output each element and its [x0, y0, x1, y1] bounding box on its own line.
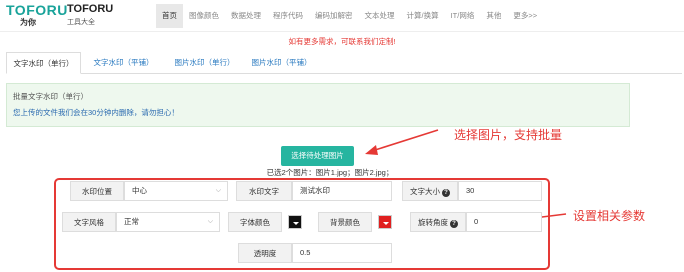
font-size-input[interactable]: 30 [458, 181, 542, 201]
arrow-line-select [371, 129, 439, 152]
opacity-input[interactable]: 0.5 [292, 243, 392, 263]
style-select[interactable]: 正常 ⌵ [116, 212, 220, 232]
font-color-label: 字体颜色 [228, 212, 282, 232]
text-label: 水印文字 [236, 181, 292, 201]
rotation-label-text: 旋转角度 [418, 218, 448, 227]
style-label: 文字风格 [62, 212, 116, 232]
dropdown-icon [383, 222, 389, 225]
help-icon[interactable]: ? [450, 220, 458, 228]
chevron-down-icon: ⌵ [207, 218, 213, 225]
annotation-select-images: 选择图片，支持批量 [454, 128, 563, 142]
help-icon[interactable]: ? [442, 189, 450, 197]
arrow-head-select [365, 145, 378, 155]
bg-color-label: 背景颜色 [318, 212, 372, 232]
annotation-set-params: 设置相关参数 [573, 209, 646, 223]
style-value: 正常 [124, 217, 139, 226]
text-input[interactable]: 测试水印 [292, 181, 392, 201]
position-label: 水印位置 [70, 181, 124, 201]
rotation-input[interactable]: 0 [466, 212, 542, 232]
chevron-down-icon: ⌵ [215, 187, 221, 194]
rotation-label: 旋转角度? [410, 212, 466, 232]
font-size-label-text: 文字大小 [410, 187, 440, 196]
position-select[interactable]: 中心 ⌵ [124, 181, 228, 201]
dropdown-icon [293, 222, 299, 225]
font-size-label: 文字大小? [402, 181, 458, 201]
position-value: 中心 [132, 186, 147, 195]
font-color-picker[interactable] [288, 215, 302, 229]
bg-color-picker[interactable] [378, 215, 392, 229]
opacity-label: 透明度 [238, 243, 292, 263]
